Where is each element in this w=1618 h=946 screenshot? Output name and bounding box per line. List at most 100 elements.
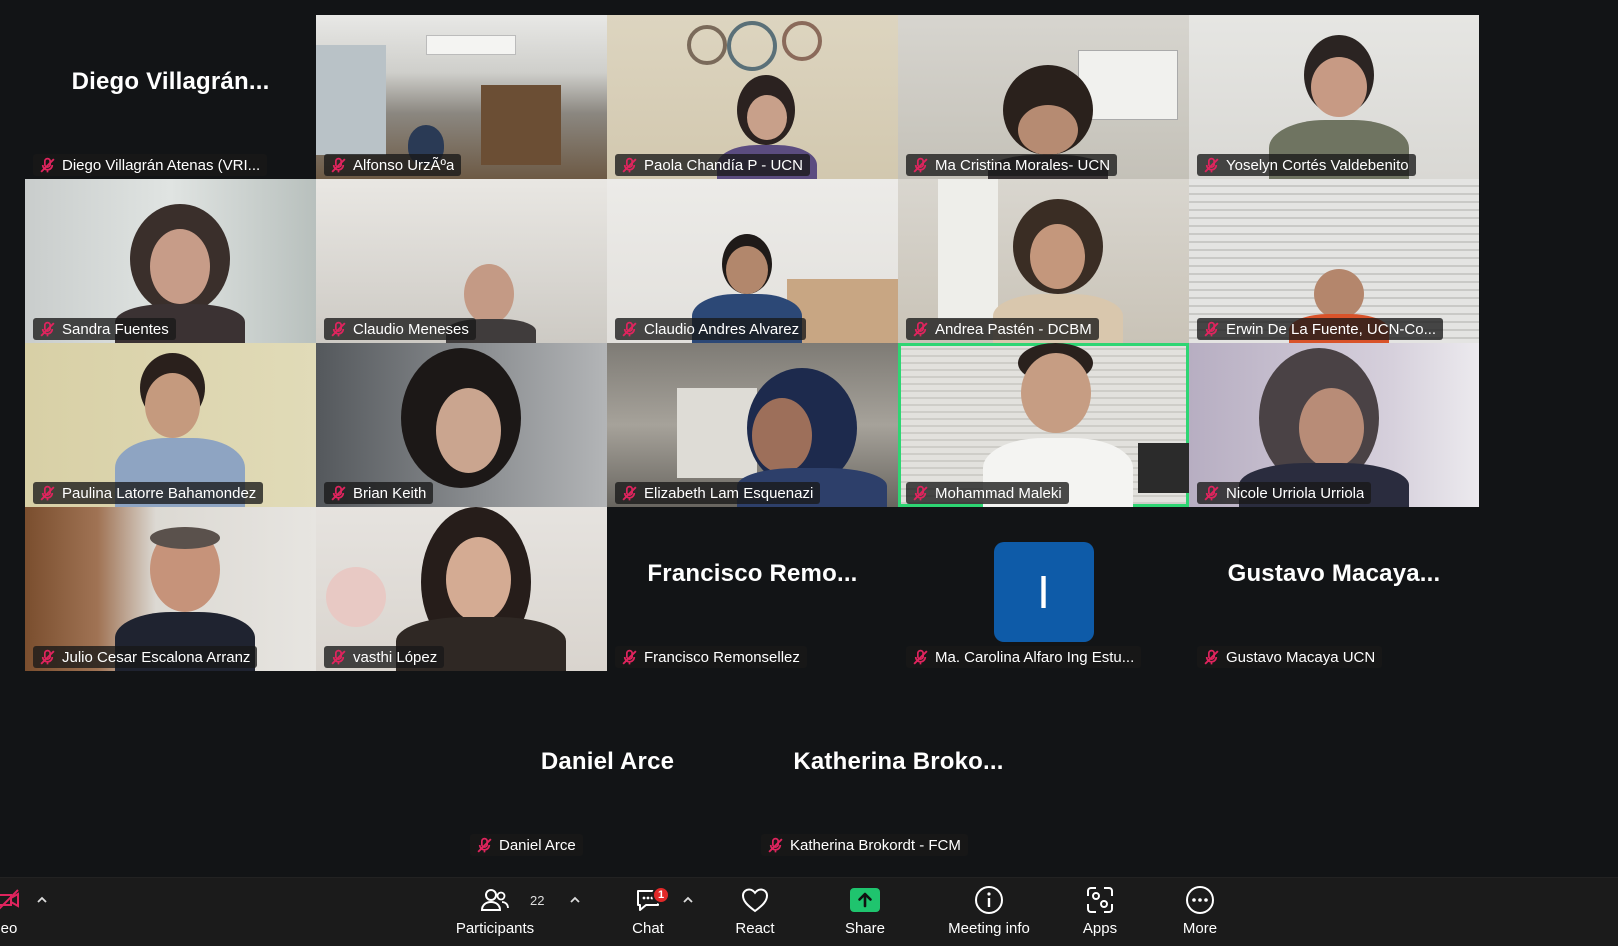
mic-muted-icon (1204, 157, 1219, 173)
meeting-info-button[interactable]: Meeting info (934, 884, 1044, 944)
participant-name: Nicole Urriola Urriola (1226, 484, 1365, 502)
participant-tile[interactable]: Brian Keith (316, 343, 607, 507)
video-button[interactable]: eo (0, 884, 24, 944)
participant-tile[interactable]: Paola Chandía P - UCN (607, 15, 898, 179)
participant-tile[interactable]: Paulina Latorre Bahamondez (25, 343, 316, 507)
participant-name-label: Brian Keith (324, 482, 434, 504)
participant-display-name: Daniel Arce (540, 748, 675, 775)
participant-name: Paulina Latorre Bahamondez (62, 484, 257, 502)
participant-tile[interactable]: Sandra Fuentes (25, 179, 316, 343)
participant-name: Claudio Andres Alvarez (644, 320, 800, 338)
share-screen-icon (849, 884, 881, 916)
chat-options-caret-icon[interactable] (682, 894, 696, 908)
more-label: More (1182, 920, 1218, 937)
avatar: I (993, 542, 1094, 642)
participant-name-label: Francisco Remonsellez (615, 646, 807, 668)
ceiling-light (426, 35, 516, 55)
react-button[interactable]: React (720, 884, 790, 944)
participant-name: Elizabeth Lam Esquenazi (644, 484, 814, 502)
participant-name: vasthi López (353, 648, 438, 666)
participant-name-label: Claudio Andres Alvarez (615, 318, 807, 340)
participant-tile[interactable]: Ma Cristina Morales- UCN (898, 15, 1189, 179)
mic-muted-icon (331, 321, 346, 337)
participant-tile[interactable]: Julio Cesar Escalona Arranz (25, 507, 316, 671)
participant-tile[interactable]: Gustavo Macaya... Gustavo Macaya UCN (1189, 507, 1479, 671)
mic-muted-icon (331, 157, 346, 173)
participant-tile[interactable]: Andrea Pastén - DCBM (898, 179, 1189, 343)
participant-name-label: Ma. Carolina Alfaro Ing Estu... (906, 646, 1142, 668)
meeting-toolbar: eo Participants 22 Chat 1 React Share Me… (0, 877, 1618, 946)
participant-tile[interactable]: I Ma. Carolina Alfaro Ing Estu... (898, 507, 1189, 671)
participant-name: Gustavo Macaya UCN (1226, 648, 1376, 666)
participant-name-label: Ma Cristina Morales- UCN (906, 154, 1118, 176)
participant-tile[interactable]: Francisco Remo... Francisco Remonsellez (607, 507, 898, 671)
participant-name: Claudio Meneses (353, 320, 469, 338)
dreamcatcher (687, 25, 727, 65)
participant-tile[interactable]: Alfonso UrzÃºa (316, 15, 607, 179)
participant-tile[interactable]: Diego Villagrán... Diego Villagrán Atena… (25, 15, 316, 179)
video-grid: Diego Villagrán... Diego Villagrán Atena… (0, 0, 1618, 877)
mic-muted-icon (622, 157, 637, 173)
mic-muted-icon (622, 321, 637, 337)
apps-label: Apps (1082, 920, 1118, 937)
laptop (1138, 443, 1189, 493)
participant-name: Sandra Fuentes (62, 320, 169, 338)
participants-options-caret-icon[interactable] (569, 894, 583, 908)
participant-tile[interactable]: Erwin De La Fuente, UCN-Co... (1189, 179, 1479, 343)
participant-name: Katherina Brokordt - FCM (790, 836, 961, 854)
participant-name-label: Mohammad Maleki (906, 482, 1069, 504)
participant-tile[interactable]: Claudio Andres Alvarez (607, 179, 898, 343)
participant-name: Yoselyn Cortés Valdebenito (1226, 156, 1409, 174)
participant-name: Diego Villagrán Atenas (VRI... (62, 156, 261, 174)
participant-name-label: Paola Chandía P - UCN (615, 154, 810, 176)
share-label: Share (844, 920, 886, 937)
participant-tile-active-speaker[interactable]: Mohammad Maleki (898, 343, 1189, 507)
chat-button[interactable]: Chat (613, 884, 683, 944)
chat-label: Chat (632, 920, 664, 937)
video-off-icon (0, 884, 25, 916)
participants-button[interactable]: Participants (450, 884, 540, 944)
participant-name-label: Nicole Urriola Urriola (1197, 482, 1372, 504)
participant-name-label: Claudio Meneses (324, 318, 476, 340)
participant-name-label: Andrea Pastén - DCBM (906, 318, 1099, 340)
mic-muted-icon (331, 485, 346, 501)
mic-muted-icon (331, 649, 346, 665)
participant-tile[interactable]: Claudio Meneses (316, 179, 607, 343)
participant-name-label: Diego Villagrán Atenas (VRI... (33, 154, 268, 176)
participant-name: Andrea Pastén - DCBM (935, 320, 1092, 338)
participant-name-label: Sandra Fuentes (33, 318, 176, 340)
participant-tile[interactable]: Elizabeth Lam Esquenazi (607, 343, 898, 507)
participant-name: Paola Chandía P - UCN (644, 156, 803, 174)
more-options-icon (1184, 884, 1216, 916)
video-button-label: eo (0, 920, 18, 937)
participant-display-name: Gustavo Macaya... (1227, 560, 1441, 587)
dreamcatcher (727, 21, 777, 71)
react-label: React (735, 920, 775, 937)
mic-muted-icon (1204, 321, 1219, 337)
participants-label: Participants (455, 920, 535, 937)
mic-muted-icon (1204, 485, 1219, 501)
participant-tile[interactable]: Daniel Arce Daniel Arce (462, 695, 753, 859)
share-button[interactable]: Share (830, 884, 900, 944)
participant-name: Brian Keith (353, 484, 427, 502)
participant-name-label: Katherina Brokordt - FCM (761, 834, 968, 856)
apps-icon (1084, 884, 1116, 916)
participant-tile[interactable]: vasthi López (316, 507, 607, 671)
mic-muted-icon (913, 157, 928, 173)
participant-name: Mohammad Maleki (935, 484, 1062, 502)
mic-muted-icon (913, 649, 928, 665)
participant-tile[interactable]: Katherina Broko... Katherina Brokordt - … (753, 695, 1044, 859)
mic-muted-icon (477, 837, 492, 853)
participant-tile[interactable]: Nicole Urriola Urriola (1189, 343, 1479, 507)
info-icon (973, 884, 1005, 916)
video-options-caret-icon[interactable] (36, 894, 50, 908)
participant-name: Francisco Remonsellez (644, 648, 800, 666)
participants-icon (479, 884, 511, 916)
mic-muted-icon (1204, 649, 1219, 665)
mic-muted-icon (40, 485, 55, 501)
mic-muted-icon (768, 837, 783, 853)
more-button[interactable]: More (1165, 884, 1235, 944)
apps-button[interactable]: Apps (1065, 884, 1135, 944)
participant-name-label: vasthi López (324, 646, 445, 668)
participant-tile[interactable]: Yoselyn Cortés Valdebenito (1189, 15, 1479, 179)
